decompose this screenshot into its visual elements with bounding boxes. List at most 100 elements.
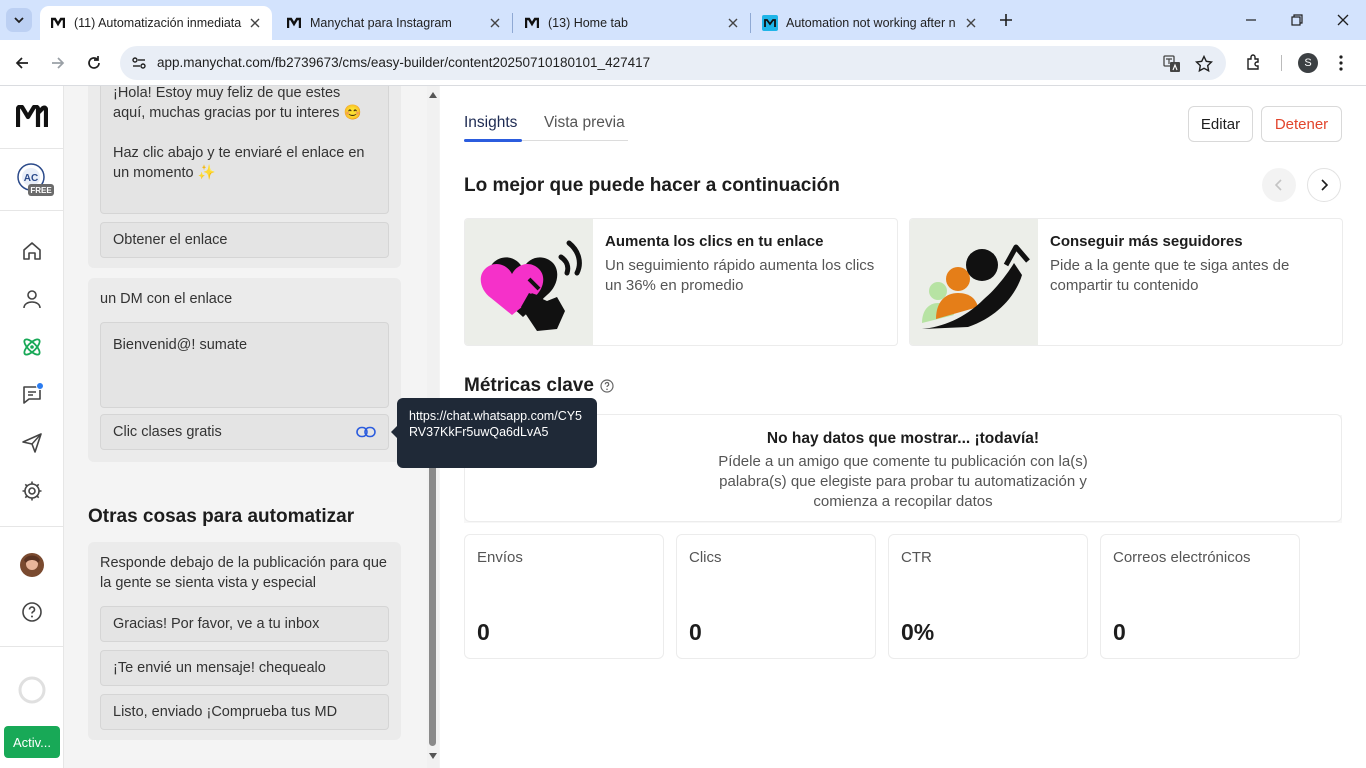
bookmark-star-icon[interactable] <box>1194 54 1214 74</box>
live-chat-icon[interactable] <box>20 383 44 407</box>
next-steps-title: Lo mejor que puede hacer a continuación <box>464 175 840 196</box>
metric-label: Correos electrónicos <box>1113 549 1251 566</box>
chevron-down-icon <box>14 17 24 24</box>
help-question-icon[interactable] <box>20 600 44 624</box>
sidebar-divider <box>0 148 64 149</box>
extensions-icon[interactable] <box>1243 52 1265 74</box>
svg-text:AC: AC <box>24 173 38 184</box>
heart-click-illustration <box>465 219 593 345</box>
chevron-right-icon <box>1321 179 1328 191</box>
user-avatar[interactable] <box>19 552 45 578</box>
tab-insights[interactable]: Insights <box>464 114 517 132</box>
home-icon[interactable] <box>20 239 44 263</box>
manychat-logo-icon <box>524 15 540 31</box>
back-button[interactable] <box>10 51 34 75</box>
manychat-logo-icon <box>50 15 66 31</box>
url-text[interactable]: app.manychat.com/fb2739673/cms/easy-buil… <box>157 55 650 70</box>
minimize-icon <box>1246 19 1256 21</box>
welcome-message-line-2: Haz clic abajo y te enviaré el enlace en… <box>113 145 365 181</box>
tab-vista-previa[interactable]: Vista previa <box>544 114 625 132</box>
stop-button[interactable]: Detener <box>1261 106 1342 142</box>
automation-icon[interactable] <box>20 335 44 359</box>
other-automations-description: Responde debajo de la publicación para q… <box>100 555 387 591</box>
tab-manychat-instagram[interactable]: Manychat para Instagram <box>276 6 512 40</box>
link-button-label: Clic clases gratis <box>113 424 222 440</box>
tab-home[interactable]: (13) Home tab <box>514 6 750 40</box>
tab-title: (13) Home tab <box>548 16 628 30</box>
manychat-logo-icon <box>286 15 302 31</box>
close-tab-icon[interactable] <box>246 14 264 32</box>
scroll-up-icon <box>429 92 437 98</box>
sidebar-divider <box>0 526 64 527</box>
tab-title: Manychat para Instagram <box>310 16 452 30</box>
tab-separator <box>512 13 513 33</box>
address-bar[interactable]: app.manychat.com/fb2739673/cms/easy-buil… <box>120 46 1226 80</box>
app-sidebar: AC FREE <box>0 86 64 768</box>
browser-toolbar: app.manychat.com/fb2739673/cms/easy-buil… <box>0 40 1366 86</box>
manychat-help-icon <box>762 15 778 31</box>
minimize-button[interactable] <box>1228 0 1274 40</box>
other-automations-title: Otras cosas para automatizar <box>88 506 355 527</box>
reload-button[interactable] <box>82 51 106 75</box>
info-question-icon[interactable] <box>600 379 614 393</box>
metric-card: Clics 0 <box>676 534 876 659</box>
settings-gear-icon[interactable] <box>20 479 44 503</box>
kebab-menu-icon[interactable] <box>1330 52 1352 74</box>
recommendation-description: Pide a la gente que te siga antes de com… <box>1050 257 1290 294</box>
broadcast-send-icon[interactable] <box>20 431 44 455</box>
carousel-prev-button[interactable] <box>1262 168 1296 202</box>
tab-automation-help[interactable]: Automation not working after n <box>752 6 988 40</box>
activate-button[interactable]: Activ... <box>4 726 60 758</box>
welcome-message[interactable]: ¡Hola! Estoy muy feliz de que estes aquí… <box>100 86 389 214</box>
metric-card: Correos electrónicos 0 <box>1100 534 1300 659</box>
sidebar-divider <box>0 210 64 211</box>
forward-button[interactable] <box>46 51 70 75</box>
tab-strip: (11) Automatización inmediata Manychat p… <box>0 0 1366 40</box>
reply-option[interactable]: Gracias! Por favor, ve a tu inbox <box>100 606 389 642</box>
get-link-button[interactable]: Obtener el enlace <box>100 222 389 258</box>
close-tab-icon[interactable] <box>962 14 980 32</box>
scrollbar-thumb[interactable] <box>429 444 436 746</box>
sidebar-divider <box>0 646 64 647</box>
no-data-description: Pídele a un amigo que comente tu publica… <box>718 453 1088 510</box>
plus-icon <box>1000 14 1012 26</box>
manychat-logo-icon[interactable] <box>16 103 48 131</box>
reply-option[interactable]: Listo, enviado ¡Comprueba tus MD <box>100 694 389 730</box>
metric-card: CTR 0% <box>888 534 1088 659</box>
recommendation-description: Un seguimiento rápido aumenta los clics … <box>605 257 875 294</box>
reload-icon <box>88 56 100 69</box>
translate-icon[interactable] <box>1162 54 1182 74</box>
toolbar-divider <box>1281 55 1282 71</box>
close-tab-icon[interactable] <box>724 14 742 32</box>
link-icon <box>356 426 376 438</box>
metric-value: 0 <box>477 619 490 645</box>
new-tab-button[interactable] <box>996 10 1016 30</box>
profile-avatar[interactable]: S <box>1298 53 1318 73</box>
carousel-next-button[interactable] <box>1307 168 1341 202</box>
metric-label: CTR <box>901 549 932 566</box>
contacts-icon[interactable] <box>20 287 44 311</box>
metric-card: Envíos 0 <box>464 534 664 659</box>
recommendation-card[interactable]: Aumenta los clics en tu enlace Un seguim… <box>464 218 898 346</box>
link-button[interactable]: Clic clases gratis <box>100 414 389 450</box>
loading-spinner-icon <box>17 675 47 705</box>
dm-message[interactable]: Bienvenid@! sumate <box>100 322 389 408</box>
reply-option[interactable]: ¡Te envié un mensaje! chequealo <box>100 650 389 686</box>
key-metrics-title: Métricas clave <box>464 375 614 397</box>
recommendation-title: Conseguir más seguidores <box>1050 233 1243 250</box>
recommendation-card[interactable]: Conseguir más seguidores Pide a la gente… <box>909 218 1343 346</box>
tab-search-button[interactable] <box>6 8 32 32</box>
recommendation-title: Aumenta los clics en tu enlace <box>605 233 824 250</box>
close-window-button[interactable] <box>1320 0 1366 40</box>
dm-section-label: un DM con el enlace <box>100 291 233 307</box>
link-url-tooltip: https://chat.whatsapp.com/CY5RV37KkFr5uw… <box>391 398 597 468</box>
restore-button[interactable] <box>1274 0 1320 40</box>
site-info-icon[interactable] <box>128 52 150 74</box>
tab-automatizacion[interactable]: (11) Automatización inmediata <box>40 6 272 40</box>
scroll-down-icon <box>429 753 437 759</box>
metric-label: Envíos <box>477 549 523 566</box>
plan-badge: FREE <box>28 184 54 196</box>
edit-button[interactable]: Editar <box>1188 106 1253 142</box>
close-icon <box>1337 14 1349 26</box>
close-tab-icon[interactable] <box>486 14 504 32</box>
